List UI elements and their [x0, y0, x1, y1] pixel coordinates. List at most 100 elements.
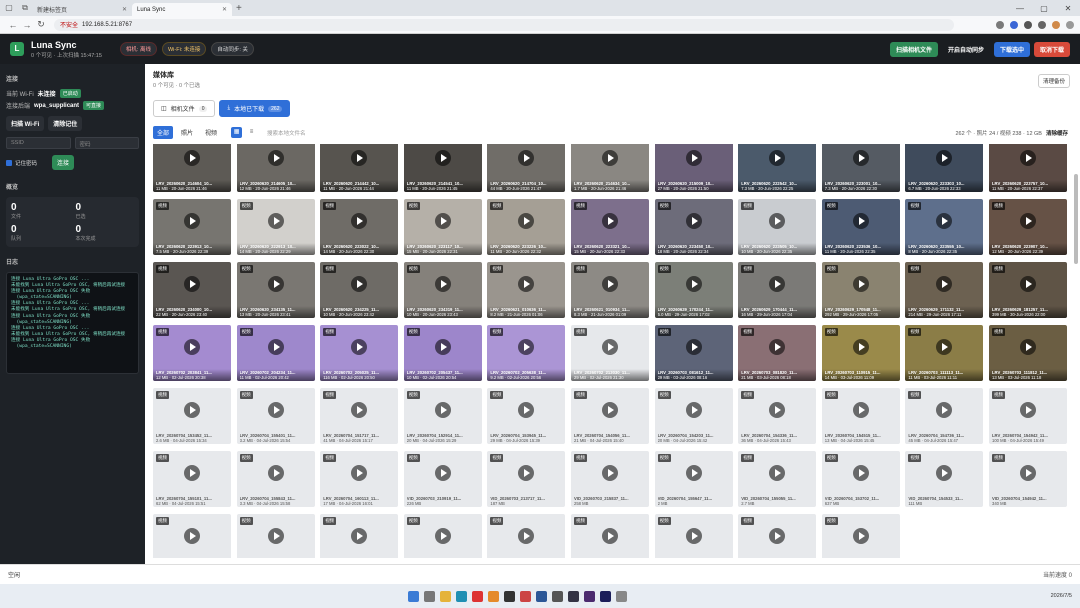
play-icon[interactable]	[1020, 150, 1036, 166]
play-icon[interactable]	[518, 465, 535, 481]
media-item[interactable]: 视频 LRV_20260620_222913_10... 14 MB · 20-Ju…	[236, 199, 315, 255]
play-icon[interactable]	[852, 276, 869, 292]
media-item[interactable]: 视频 LRV_20260629_181257_11... 399 MB · 30-J…	[989, 262, 1067, 318]
filter-videos[interactable]: 视频	[201, 126, 221, 139]
play-icon[interactable]	[184, 465, 200, 481]
media-item[interactable]: 视频 VID_20260703_213717_11... 187 MB	[487, 451, 566, 507]
play-icon[interactable]	[685, 276, 702, 292]
media-item[interactable]: 视频 LRV_20260629_170244_11... 5.0 MB · 29-J…	[654, 262, 733, 318]
media-item[interactable]: 视频 LRV_20260704_154515_11... 13 MB · 04-Ju…	[821, 388, 900, 444]
app-icon[interactable]	[472, 590, 483, 602]
media-item[interactable]: 视频VID_20260704_154445_11...300 MB	[403, 514, 482, 558]
play-icon[interactable]	[685, 465, 702, 481]
grid-view-icon[interactable]: ▦	[231, 127, 243, 138]
play-icon[interactable]	[936, 465, 953, 481]
extension-icon[interactable]	[996, 20, 1004, 29]
media-item[interactable]: LRV_20260620_214634_10... 1.7 MB · 20-Jun…	[571, 144, 649, 192]
play-icon[interactable]	[434, 528, 451, 544]
play-icon[interactable]	[769, 213, 786, 229]
play-icon[interactable]	[852, 339, 869, 355]
play-icon[interactable]	[351, 213, 368, 229]
back-icon[interactable]: ←	[6, 20, 20, 30]
extension-icon[interactable]	[1024, 20, 1032, 29]
play-icon[interactable]	[685, 528, 702, 544]
play-icon[interactable]	[434, 276, 451, 292]
media-item[interactable]: LRV_20260620_222542_10... 7.3 MB · 20-Jun…	[738, 144, 817, 192]
play-icon[interactable]	[351, 402, 368, 418]
play-icon[interactable]	[434, 339, 451, 355]
media-item[interactable]: 视频 LRV_20260704_153945_11... 29 MB · 04-Ju…	[487, 388, 566, 444]
media-item[interactable]: 视频 LRV_20260620_234000_10... 22 MB · 20-Ju…	[153, 262, 231, 318]
media-item[interactable]: 视频 VID_20260704_153702_11... 637 MB	[821, 451, 900, 507]
media-item[interactable]: 视频 LRV_20260620_223505_10... 10 MB · 20-Ju…	[738, 199, 817, 255]
play-icon[interactable]	[852, 402, 869, 418]
cancel-download-button[interactable]: 取消下载	[1033, 41, 1070, 57]
play-icon[interactable]	[769, 339, 786, 355]
list-view-icon[interactable]: ≡	[246, 127, 257, 138]
play-icon[interactable]	[434, 402, 451, 418]
close-window-icon[interactable]: ✕	[1056, 4, 1080, 13]
play-icon[interactable]	[602, 213, 618, 229]
search-input[interactable]: 搜索本地文件名	[267, 129, 387, 137]
play-icon[interactable]	[434, 213, 451, 229]
tab-camera-files[interactable]: ◫ 相机文件 0	[153, 100, 216, 117]
app-icon[interactable]	[536, 590, 547, 602]
search-icon[interactable]	[424, 590, 435, 602]
play-icon[interactable]	[434, 465, 451, 481]
media-item[interactable]: 视频 LRV_20260620_223536_10... 11 MB · 20-Ju…	[821, 199, 900, 255]
play-icon[interactable]	[184, 339, 200, 355]
media-item[interactable]: 视频 LRV_20260704_154056_11... 21 MB · 04-Ju…	[571, 388, 649, 444]
auto-sync-button[interactable]: 开启自动同步	[942, 42, 990, 57]
play-icon[interactable]	[434, 150, 451, 166]
media-item[interactable]: LRV_20260620_214605_10... 12 MB · 20-Jun-…	[236, 144, 315, 192]
media-item[interactable]: 视频 LRV_20260704_154336_11... 36 MB · 04-Ju…	[738, 388, 817, 444]
play-icon[interactable]	[852, 465, 869, 481]
play-icon[interactable]	[1020, 402, 1036, 418]
media-item[interactable]: 视频 LRV_20260704_155401_11... 3.2 MB · 04-J…	[236, 388, 315, 444]
window-menu-icon[interactable]: ▢	[4, 3, 14, 13]
media-item[interactable]: 视频 VID_20260704_155055_11... 2.7 MB	[738, 451, 817, 507]
play-icon[interactable]	[184, 213, 200, 229]
media-item[interactable]: 视频 LRV_20260704_151717_11... 41 MB · 04-Ju…	[320, 388, 399, 444]
more-icon[interactable]	[1066, 20, 1074, 29]
media-item[interactable]: LRV_20260620_214442_10... 11 MB · 20-Jun-…	[320, 144, 399, 192]
media-item[interactable]: 视频 LRV_20260620_223022_10... 14 MB · 20-Ju…	[320, 199, 399, 255]
media-item[interactable]: 视频VID_20260704_155645_11...151 MB	[654, 514, 733, 558]
clean-backup-button[interactable]: 清理备份	[1037, 74, 1070, 88]
scrollbar[interactable]	[1074, 174, 1078, 264]
play-icon[interactable]	[769, 465, 786, 481]
media-item[interactable]: 视频 LRV_20260702_205638_11... 9.2 MB · 02-J…	[487, 325, 566, 381]
media-item[interactable]: 视频 LRV_20260704_154736_11... 45 MB · 04-Ju…	[905, 388, 984, 444]
media-item[interactable]: 视频 LRV_20260620_223907_10... 12 MB · 20-Ju…	[989, 199, 1067, 255]
media-item[interactable]: 视频 LRV_20260704_155843_11... 3.3 MB · 04-J…	[236, 451, 315, 507]
play-icon[interactable]	[685, 402, 702, 418]
app-icon[interactable]	[584, 590, 595, 602]
play-icon[interactable]	[1020, 213, 1036, 229]
play-icon[interactable]	[267, 276, 284, 292]
play-icon[interactable]	[602, 465, 618, 481]
app-icon[interactable]	[568, 590, 579, 602]
app-icon[interactable]	[552, 590, 563, 602]
media-item[interactable]: 视频 LRV_20260702_205025_11... 116 MB · 02-J…	[320, 325, 399, 381]
close-icon[interactable]: ✕	[122, 6, 127, 13]
folder-icon[interactable]	[440, 590, 451, 602]
password-input[interactable]: 密码	[74, 137, 139, 149]
play-icon[interactable]	[351, 528, 368, 544]
play-icon[interactable]	[936, 402, 953, 418]
play-icon[interactable]	[518, 528, 535, 544]
new-tab-icon[interactable]: +	[236, 3, 242, 14]
url-field[interactable]: 不安全 192.168.5.21:8767	[54, 18, 954, 31]
media-item[interactable]: 视频 LRV_20260703_081612_11... 29 MB · 03-Ju…	[654, 325, 733, 381]
play-icon[interactable]	[518, 402, 535, 418]
play-icon[interactable]	[267, 213, 284, 229]
play-icon[interactable]	[267, 465, 284, 481]
media-item[interactable]: 视频 VID_20260703_215837_11... 258 MB	[571, 451, 649, 507]
media-item[interactable]: 视频VID_20260704_154230_11...460 MB	[320, 514, 399, 558]
media-item[interactable]: 视频 LRV_20260703_110915_11... 14 MB · 03-Ju…	[821, 325, 900, 381]
forward-icon[interactable]: →	[20, 20, 34, 30]
play-icon[interactable]	[769, 402, 786, 418]
play-icon[interactable]	[351, 276, 368, 292]
media-item[interactable]: 视频 LRV_20260702_204234_11... 11 MB · 02-Ju…	[236, 325, 315, 381]
media-item[interactable]: 视频 LRV_20260702_203841_11... 12 MB · 02-Ju…	[153, 325, 231, 381]
play-icon[interactable]	[685, 150, 702, 166]
